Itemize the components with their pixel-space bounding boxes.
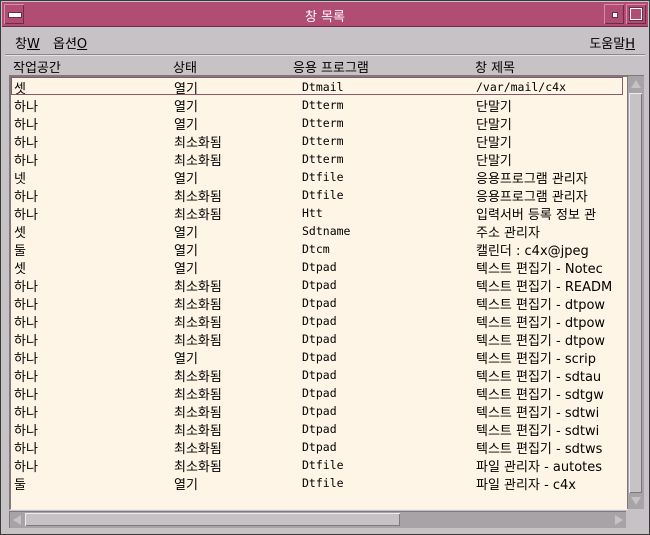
cell-application: Dtpad	[302, 422, 337, 436]
cell-application: Dtfile	[302, 188, 344, 202]
cell-application: Dtpad	[302, 296, 337, 310]
list-item[interactable]: 하나 최소화됨 Dtpad 텍스트 편집기 - dtpow	[11, 311, 623, 331]
column-header-window-title: 창 제목	[475, 61, 516, 76]
scroll-right-arrow-icon[interactable]	[615, 515, 623, 525]
list-item[interactable]: 하나 최소화됨 Dtpad 텍스트 편집기 - READM	[11, 275, 623, 295]
list-item[interactable]: 하나 열기 Dtterm 단말기	[11, 113, 623, 133]
list-item[interactable]: 하나 최소화됨 Dtfile 파일 관리자 - autotes	[11, 455, 623, 475]
list-item[interactable]: 하나 최소화됨 Dtterm 단말기	[11, 131, 623, 151]
menu-help-mnemonic: H	[625, 37, 635, 52]
window-list[interactable]: 셋 열기 Dtmail/var/mail/c4x 하나 열기 Dtterm 단말기 하나 열기 D…	[9, 75, 628, 510]
cell-application: Dtpad	[302, 368, 337, 382]
cell-window-title: 파일 관리자 - c4x	[476, 478, 576, 493]
cell-application: Dtpad	[302, 278, 337, 292]
vertical-scroll-thumb[interactable]	[629, 93, 642, 493]
cell-application: Dtterm	[302, 134, 344, 148]
horizontal-scrollbar[interactable]	[9, 511, 626, 528]
menu-options-label: 옵션	[53, 37, 77, 52]
column-header-state: 상태	[173, 61, 197, 76]
list-item[interactable]: 셋 열기 Sdtname 주소 관리자	[11, 221, 623, 241]
list-item[interactable]: 하나 최소화됨 Dtterm 단말기	[11, 149, 623, 169]
cell-application: Dtcm	[302, 242, 330, 256]
horizontal-scroll-thumb[interactable]	[25, 513, 400, 526]
cell-application: Dtmail	[302, 80, 344, 94]
column-header-workspace: 작업공간	[13, 61, 61, 76]
cell-application: Dtpad	[302, 386, 337, 400]
list-item[interactable]: 하나 최소화됨 Dtpad 텍스트 편집기 - sdtwi	[11, 419, 623, 439]
maximize-button[interactable]	[626, 4, 646, 24]
cell-application: Dtpad	[302, 314, 337, 328]
scroll-left-arrow-icon[interactable]	[13, 515, 21, 525]
list-item[interactable]: 하나 최소화됨 Dtpad 텍스트 편집기 - dtpow	[11, 329, 623, 349]
column-header-application: 응용 프로그램	[293, 61, 369, 76]
cell-application: Dtterm	[302, 98, 344, 112]
menu-window-label: 창	[15, 37, 27, 52]
title-bar[interactable]: 창 목록	[2, 2, 648, 27]
cell-workspace: 둘	[14, 478, 26, 493]
menu-options[interactable]: 옵션O	[53, 33, 87, 52]
scroll-up-arrow-icon[interactable]	[631, 80, 641, 88]
list-item[interactable]: 셋 열기 Dtpad 텍스트 편집기 - Notec	[11, 257, 623, 277]
minimize-button[interactable]	[604, 4, 624, 24]
cell-application: Dtterm	[302, 152, 344, 166]
vertical-scrollbar[interactable]	[627, 75, 644, 509]
minimize-icon	[612, 12, 618, 18]
window-title: 창 목록	[304, 10, 345, 25]
menu-bar: 창W 옵션O 도움말H	[7, 31, 643, 53]
menu-help[interactable]: 도움말H	[589, 33, 635, 52]
menu-options-mnemonic: O	[76, 37, 88, 52]
cell-application: Dtpad	[302, 440, 337, 454]
list-item[interactable]: 하나 최소화됨 Dtpad 텍스트 편집기 - dtpow	[11, 293, 623, 313]
list-item[interactable]: 둘 열기 Dtcm 캘린더 : c4x@jpeg	[11, 239, 623, 259]
menu-help-label: 도움말	[589, 37, 626, 52]
list-item[interactable]: 셋 열기 Dtmail/var/mail/c4x	[11, 77, 623, 97]
list-item[interactable]: 하나 최소화됨 Dtpad 텍스트 편집기 - sdtau	[11, 365, 623, 385]
cell-application: Dtpad	[302, 350, 337, 364]
cell-application: Dtterm	[302, 116, 344, 130]
cell-application: Dtfile	[302, 476, 344, 490]
cell-state: 열기	[174, 478, 198, 493]
list-item[interactable]: 하나 열기 Dtpad 텍스트 편집기 - scrip	[11, 347, 623, 367]
cell-application: Sdtname	[302, 224, 351, 238]
menu-window[interactable]: 창W	[15, 33, 40, 52]
list-item[interactable]: 하나 최소화됨 Dtpad 텍스트 편집기 - sdtws	[11, 437, 623, 457]
list-item[interactable]: 하나 최소화됨 Dtfile 응용프로그램 관리자	[11, 185, 623, 205]
list-item[interactable]: 넷 열기 Dtfile 응용프로그램 관리자	[11, 167, 623, 187]
list-item[interactable]: 둘 열기 Dtfile 파일 관리자 - c4x	[11, 473, 623, 493]
list-item[interactable]: 하나 최소화됨 Dtpad 텍스트 편집기 - sdtgw	[11, 383, 623, 403]
cell-window-title: /var/mail/c4x	[476, 80, 567, 94]
cell-application: Dtpad	[302, 260, 337, 274]
cell-application: Htt	[302, 206, 323, 220]
scroll-down-arrow-icon[interactable]	[631, 497, 641, 505]
maximize-icon	[630, 8, 642, 20]
cell-application: Dtfile	[302, 458, 344, 472]
list-item[interactable]: 하나 최소화됨 Htt 입력서버 등록 정보 관	[11, 203, 623, 223]
menu-separator	[5, 54, 645, 56]
cell-application: Dtpad	[302, 404, 337, 418]
list-item[interactable]: 하나 최소화됨 Dtpad 텍스트 편집기 - sdtwi	[11, 401, 623, 421]
cell-application: Dtfile	[302, 170, 344, 184]
column-headers: 작업공간 상태 응용 프로그램 창 제목	[1, 57, 649, 76]
window-list-dialog: 창 목록 창W 옵션O 도움말H 작업공간 상태 응용 프로그램 창 제목 셋열…	[0, 0, 650, 535]
menu-window-mnemonic: W	[26, 37, 40, 52]
cell-application: Dtpad	[302, 332, 337, 346]
list-item[interactable]: 하나 열기 Dtterm 단말기	[11, 95, 623, 115]
